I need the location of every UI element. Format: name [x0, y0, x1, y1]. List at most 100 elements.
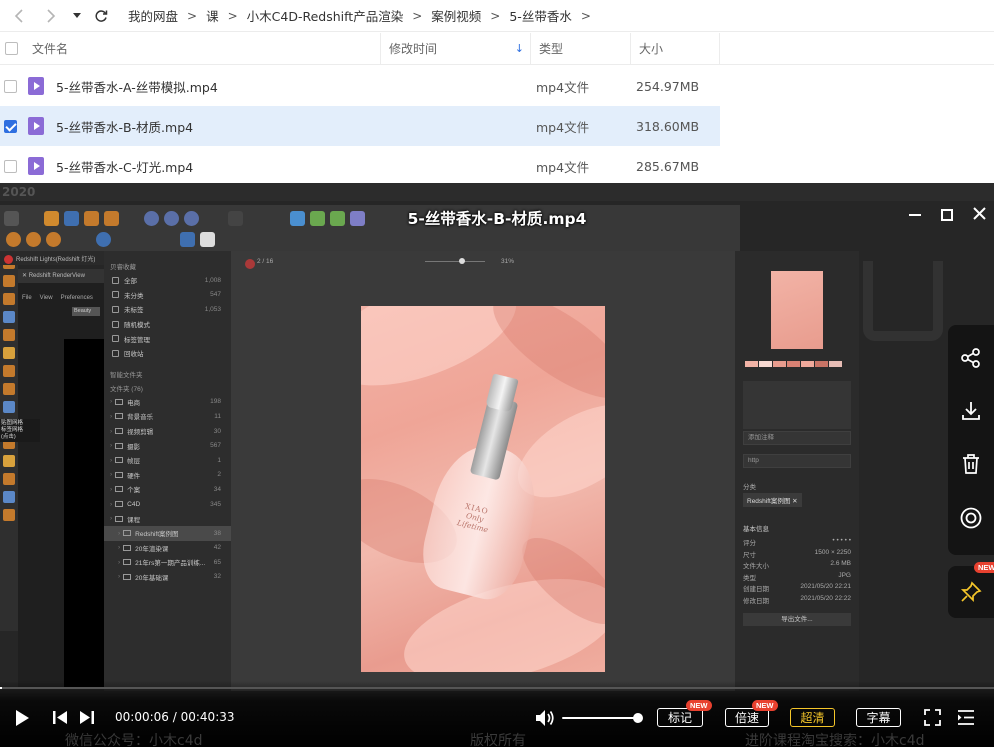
folder-expand-icon: ›	[110, 471, 112, 478]
eagle-folder-item[interactable]: ›视频剪辑30	[104, 424, 231, 439]
folder-label: 帧层	[127, 455, 140, 465]
description-box[interactable]	[743, 381, 851, 429]
subtitle-button[interactable]: 字幕	[856, 708, 901, 727]
eagle-inspector: 添加注释 http 分类 Redshift案例图 ✕ 基本信息 评分• • • …	[735, 251, 859, 691]
folder-icon	[115, 399, 123, 405]
breadcrumb-item-redshift-course[interactable]: 小木C4D-Redshift产品渲染	[247, 6, 404, 25]
breadcrumb-separator: >	[490, 9, 500, 23]
next-button[interactable]	[79, 710, 95, 725]
row-checkbox-cell	[0, 80, 22, 93]
eagle-sidebar: 贝睿收藏 全部1,008未分类547未标签1,053随机模式标签管理回收站 智能…	[104, 251, 231, 691]
nav-item-count: 1,008	[205, 277, 221, 284]
info-row: 文件大小2.6 MB	[743, 560, 851, 570]
eagle-folder-item[interactable]: ›个案34	[104, 482, 231, 497]
eagle-folder-item[interactable]: ›课程	[104, 511, 231, 526]
back-button[interactable]	[8, 5, 30, 27]
breadcrumb-item-my-drive[interactable]: 我的网盘	[128, 6, 178, 25]
fullscreen-button[interactable]	[924, 709, 941, 726]
select-all-checkbox[interactable]	[5, 42, 18, 55]
folder-icon	[115, 472, 123, 478]
page-indicator: 2 / 16	[257, 258, 273, 265]
column-header-modified-label: 修改时间	[389, 40, 437, 57]
file-name[interactable]: 5-丝带香水-A-丝带模拟.mp4	[56, 77, 536, 96]
pin-icon	[960, 581, 982, 603]
breadcrumb-item-current-folder[interactable]: 5-丝带香水	[509, 6, 571, 25]
video-player[interactable]: 2020 Redshift Lights(Redshift 灯光) ✕ Reds…	[0, 183, 994, 747]
eagle-nav-item[interactable]: 标签管理	[104, 331, 231, 346]
info-key: 修改日期	[743, 595, 769, 605]
delete-button[interactable]	[960, 453, 982, 479]
playlist-button[interactable]	[957, 710, 975, 725]
playlist-icon	[957, 710, 975, 725]
eagle-folder-item[interactable]: ›C4D345	[104, 497, 231, 512]
breadcrumb-item-course[interactable]: 课	[206, 6, 219, 25]
eagle-image-viewer: 2 / 16 31% XIAO Only Lifetime	[231, 251, 735, 691]
export-file-button[interactable]: 导出文件...	[743, 613, 851, 626]
file-row[interactable]: 5-丝带香水-A-丝带模拟.mp4 mp4文件 254.97MB	[0, 66, 720, 106]
file-row[interactable]: 5-丝带香水-C-灯光.mp4 mp4文件 285.67MB	[0, 146, 720, 186]
column-header-name[interactable]: 文件名	[24, 33, 381, 65]
refresh-button[interactable]	[90, 5, 112, 27]
pin-button[interactable]: NEW	[948, 566, 994, 618]
volume-button[interactable]	[535, 709, 555, 727]
minimize-button[interactable]	[909, 214, 921, 216]
column-header-modified[interactable]: 修改时间 ↓	[381, 33, 531, 65]
total-time: 00:40:33	[181, 710, 235, 724]
file-manager: 我的网盘 > 课 > 小木C4D-Redshift产品渲染 > 案例视频 > 5…	[0, 0, 994, 183]
eagle-folder-item[interactable]: ›21年rs第一期产品训练...65	[104, 555, 231, 570]
volume-slider[interactable]	[562, 717, 638, 719]
column-header-type[interactable]: 类型	[531, 33, 631, 65]
file-name[interactable]: 5-丝带香水-B-材质.mp4	[56, 117, 536, 136]
volume-knob[interactable]	[633, 713, 643, 723]
folder-label: 背景音乐	[127, 411, 153, 421]
url-field[interactable]: http	[743, 454, 851, 468]
quality-button[interactable]: 超清	[790, 708, 835, 727]
play-button[interactable]	[14, 709, 30, 727]
eagle-nav-item[interactable]: 回收站	[104, 346, 231, 361]
previous-button[interactable]	[52, 710, 68, 725]
folder-label: 硬件	[127, 470, 140, 480]
eagle-nav-item[interactable]: 全部1,008	[104, 273, 231, 288]
row-checkbox[interactable]	[4, 160, 17, 173]
folder-count: 38	[214, 530, 221, 537]
eagle-folder-item[interactable]: ›摄影567	[104, 438, 231, 453]
eagle-folder-item[interactable]: ›电商198	[104, 395, 231, 410]
download-button[interactable]	[960, 400, 982, 426]
file-size: 318.60MB	[636, 119, 699, 134]
breadcrumb-item-case-videos[interactable]: 案例视频	[431, 6, 481, 25]
file-name[interactable]: 5-丝带香水-C-灯光.mp4	[56, 157, 536, 176]
eagle-folder-item[interactable]: ›20年基础课32	[104, 570, 231, 585]
checker-icon	[200, 232, 215, 247]
row-checkbox-checked[interactable]	[4, 120, 17, 133]
eagle-nav-item[interactable]: 未标签1,053	[104, 302, 231, 317]
info-row: 评分• • • • •	[743, 537, 851, 547]
eagle-folder-item[interactable]: ›背景音乐11	[104, 409, 231, 424]
maximize-button[interactable]	[941, 209, 953, 221]
close-button[interactable]	[973, 205, 986, 224]
zoom-knob	[459, 258, 465, 264]
progress-bar[interactable]	[0, 687, 994, 689]
notes-field[interactable]: 添加注释	[743, 431, 851, 445]
folder-icon	[123, 545, 131, 551]
breadcrumb-separator: >	[187, 9, 197, 23]
column-header-size[interactable]: 大小	[631, 33, 720, 65]
nav-item-label: 未分类	[124, 290, 144, 300]
history-dropdown-button[interactable]	[66, 5, 88, 27]
footer-watermark-wechat: 微信公众号：小木c4d	[65, 730, 203, 747]
eagle-nav-item[interactable]: 未分类547	[104, 288, 231, 303]
target-button[interactable]	[959, 506, 983, 534]
folder-count: 198	[210, 398, 221, 405]
eagle-folder-item[interactable]: ›硬件2	[104, 468, 231, 483]
folder-expand-icon: ›	[110, 442, 112, 449]
row-checkbox[interactable]	[4, 80, 17, 93]
eagle-folder-item[interactable]: ›Redshift案例图38	[104, 526, 231, 541]
eagle-folder-item[interactable]: ›20年渲染课42	[104, 541, 231, 556]
eagle-folder-item[interactable]: ›帧层1	[104, 453, 231, 468]
category-tag[interactable]: Redshift案例图 ✕	[743, 493, 802, 507]
time-separator: /	[173, 710, 177, 724]
info-value: • • • • •	[832, 537, 851, 547]
file-row-selected[interactable]: 5-丝带香水-B-材质.mp4 mp4文件 318.60MB	[0, 106, 720, 146]
share-button[interactable]	[960, 347, 982, 373]
forward-button[interactable]	[40, 5, 62, 27]
eagle-nav-item[interactable]: 随机模式	[104, 317, 231, 332]
